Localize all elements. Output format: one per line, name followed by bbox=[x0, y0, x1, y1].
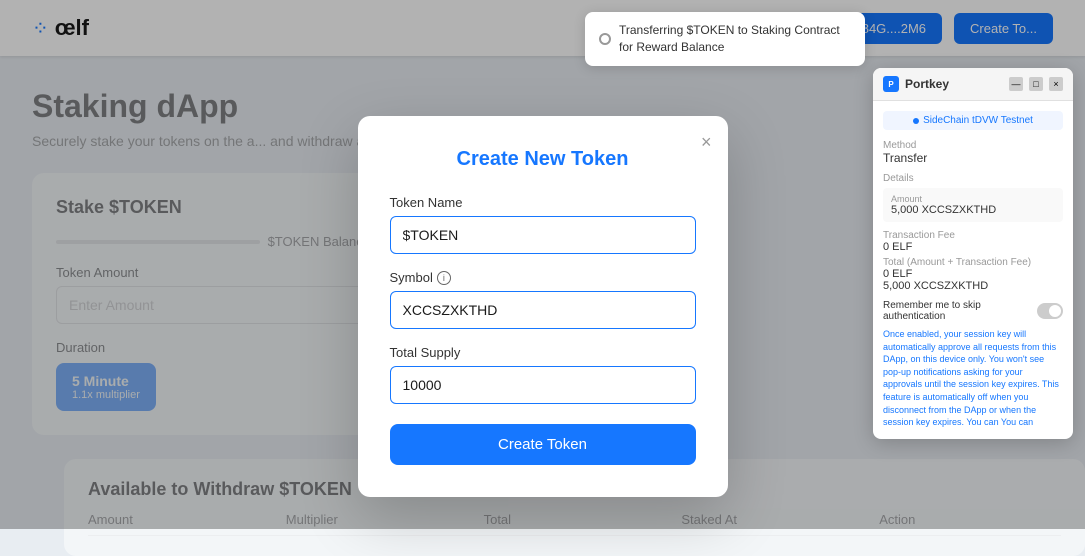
portkey-minimize-button[interactable]: — bbox=[1009, 77, 1023, 91]
total-supply-input[interactable] bbox=[390, 366, 696, 404]
total-supply-label: Total Supply bbox=[390, 345, 696, 360]
total-token-value: 5,000 XCCSZXKTHD bbox=[883, 280, 1063, 292]
network-badge: SideChain tDVW Testnet bbox=[883, 111, 1063, 130]
portkey-header: P Portkey — □ × bbox=[873, 68, 1073, 101]
notification-icon bbox=[599, 33, 611, 45]
info-icon: i bbox=[437, 271, 451, 285]
details-key: Details bbox=[883, 173, 1063, 184]
token-name-input[interactable] bbox=[390, 216, 696, 254]
portkey-body: SideChain tDVW Testnet Method Transfer D… bbox=[873, 101, 1073, 439]
token-name-label: Token Name bbox=[390, 195, 696, 210]
portkey-maximize-button[interactable]: □ bbox=[1029, 77, 1043, 91]
amount-value: 5,000 XCCSZXKTHD bbox=[891, 204, 1055, 216]
total-key: Total (Amount + Transaction Fee) bbox=[883, 257, 1063, 268]
create-token-button[interactable]: Create Token bbox=[390, 424, 696, 465]
portkey-panel: P Portkey — □ × SideChain tDVW Testnet M… bbox=[873, 68, 1073, 439]
details-box: Amount 5,000 XCCSZXKTHD bbox=[883, 188, 1063, 222]
network-label: SideChain tDVW Testnet bbox=[923, 115, 1033, 126]
symbol-row: Symbol i bbox=[390, 270, 696, 285]
fee-key: Transaction Fee bbox=[883, 230, 1063, 241]
amount-key: Amount bbox=[891, 194, 1055, 204]
create-token-modal: Create New Token × Token Name Symbol i T… bbox=[358, 116, 728, 497]
remember-text: Remember me to skip authentication bbox=[883, 300, 1037, 322]
notification-text: Transferring $TOKEN to Staking Contract … bbox=[619, 22, 851, 56]
fee-value: 0 ELF bbox=[883, 241, 1063, 253]
method-key: Method bbox=[883, 140, 1063, 151]
method-value: Transfer bbox=[883, 151, 1063, 165]
portkey-close-button[interactable]: × bbox=[1049, 77, 1063, 91]
notification-banner: Transferring $TOKEN to Staking Contract … bbox=[585, 12, 865, 66]
portkey-name: Portkey bbox=[905, 77, 949, 91]
portkey-title-row: P Portkey bbox=[883, 76, 949, 92]
symbol-input[interactable] bbox=[390, 291, 696, 329]
total-elf-value: 0 ELF bbox=[883, 268, 1063, 280]
details-section: Details Amount 5,000 XCCSZXKTHD bbox=[883, 173, 1063, 222]
modal-title: Create New Token bbox=[390, 148, 696, 171]
session-description: Once enabled, your session key will auto… bbox=[883, 328, 1063, 429]
portkey-logo-icon: P bbox=[883, 76, 899, 92]
remember-row: Remember me to skip authentication bbox=[883, 300, 1063, 322]
portkey-controls: — □ × bbox=[1009, 77, 1063, 91]
remember-toggle[interactable] bbox=[1037, 303, 1063, 319]
fee-row: Transaction Fee 0 ELF bbox=[883, 230, 1063, 253]
modal-close-button[interactable]: × bbox=[701, 132, 712, 153]
toggle-knob bbox=[1049, 305, 1061, 317]
symbol-label: Symbol bbox=[390, 270, 433, 285]
total-row: Total (Amount + Transaction Fee) 0 ELF 5… bbox=[883, 257, 1063, 292]
network-dot-icon bbox=[913, 118, 919, 124]
method-row: Method Transfer bbox=[883, 140, 1063, 165]
